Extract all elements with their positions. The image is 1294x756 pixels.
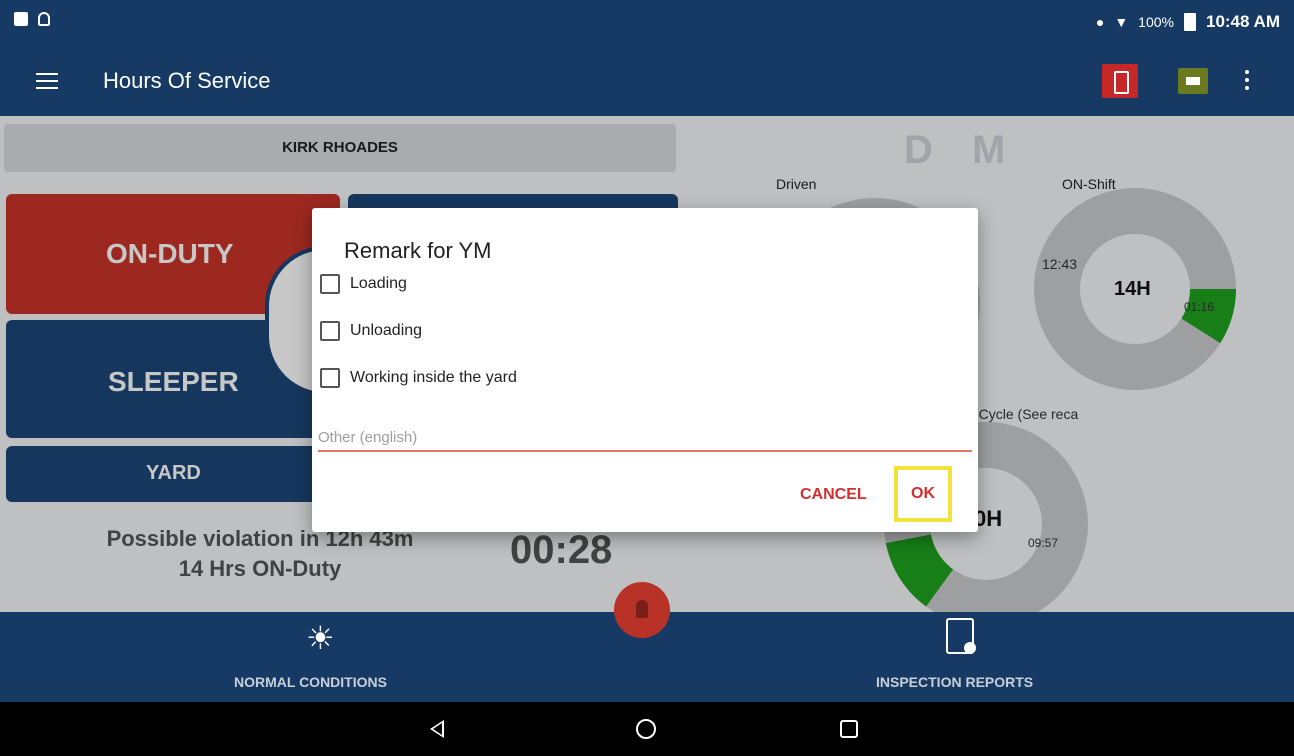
option-working-yard[interactable]: Working inside the yard [320, 368, 517, 388]
status-right: ● ▼ 100% 10:48 AM [1096, 12, 1280, 32]
app-bar: Hours Of Service [0, 46, 1294, 116]
option-loading[interactable]: Loading [320, 274, 407, 294]
back-icon[interactable] [430, 720, 444, 738]
notification-icons [14, 12, 50, 26]
truck-icon[interactable] [1178, 68, 1208, 94]
location-icon: ● [1095, 14, 1105, 30]
notification-icon [14, 12, 28, 26]
cancel-button[interactable]: CANCEL [800, 486, 867, 504]
checkbox-working-yard[interactable] [320, 368, 340, 388]
wifi-icon: ▼ [1114, 14, 1129, 30]
dialog-title: Remark for YM [344, 238, 492, 263]
inspection-reports-label[interactable]: INSPECTION REPORTS [876, 674, 1033, 690]
option-unloading-label: Unloading [350, 322, 423, 339]
driver-fab-button[interactable] [614, 582, 670, 638]
remark-dialog: Remark for YM Loading Unloading Working … [312, 208, 978, 532]
home-icon[interactable] [636, 719, 656, 739]
battery-percent: 100% [1138, 14, 1174, 30]
page-title: Hours Of Service [103, 68, 271, 93]
clock: 10:48 AM [1205, 12, 1280, 31]
checkbox-unloading[interactable] [320, 321, 340, 341]
touch-icon [38, 12, 50, 26]
status-bar: ● ▼ 100% 10:48 AM [0, 0, 1294, 46]
system-nav-bar [0, 702, 1294, 756]
menu-icon[interactable] [36, 73, 58, 89]
option-unloading[interactable]: Unloading [320, 321, 422, 341]
sun-icon[interactable]: ☀ [306, 622, 335, 654]
checkbox-loading[interactable] [320, 274, 340, 294]
more-options-icon[interactable] [1244, 70, 1250, 92]
recents-icon[interactable] [840, 720, 858, 738]
normal-conditions-label[interactable]: NORMAL CONDITIONS [234, 674, 387, 690]
option-loading-label: Loading [350, 275, 407, 292]
eld-connection-icon[interactable] [1102, 64, 1138, 98]
other-remark-input[interactable] [318, 424, 972, 452]
battery-icon [1183, 13, 1196, 31]
option-working-yard-label: Working inside the yard [350, 369, 517, 386]
ok-button[interactable]: OK [894, 466, 952, 522]
clipboard-check-icon[interactable] [946, 618, 976, 654]
